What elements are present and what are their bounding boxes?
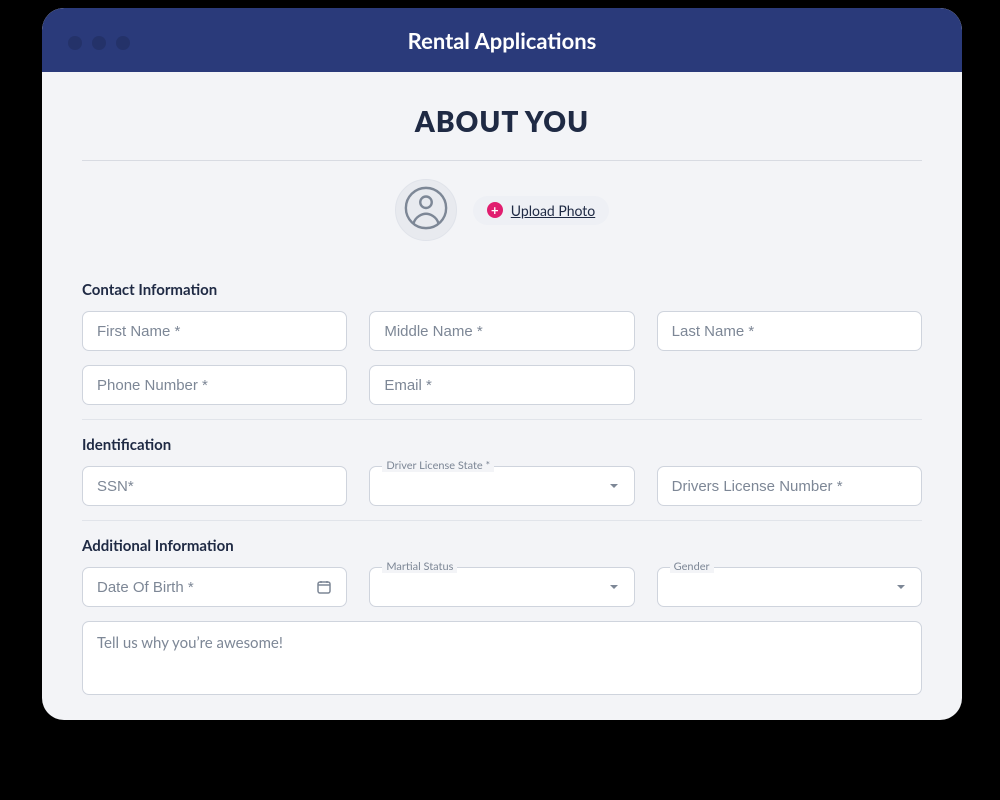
calendar-icon	[316, 579, 332, 595]
ssn-input[interactable]	[97, 478, 332, 495]
martial-status-input[interactable]	[384, 579, 607, 596]
ssn-field[interactable]	[82, 466, 347, 506]
email-field[interactable]	[369, 365, 634, 405]
content-area: ABOUT YOU + Upload Photo Contact Informa…	[42, 72, 962, 705]
about-you-input[interactable]	[97, 634, 907, 678]
martial-status-label: Martial Status	[382, 560, 457, 573]
app-window: Rental Applications ABOUT YOU + Upload P…	[42, 8, 962, 720]
gender-input[interactable]	[672, 579, 895, 596]
section-title-additional: Additional Information	[82, 537, 922, 555]
window-controls	[68, 36, 130, 50]
about-you-field[interactable]	[82, 621, 922, 695]
driver-license-state-label: Driver License State *	[382, 459, 494, 472]
first-name-input[interactable]	[97, 323, 332, 340]
email-input[interactable]	[384, 377, 619, 394]
window-title: Rental Applications	[42, 27, 962, 54]
avatar-placeholder	[395, 179, 457, 241]
dob-input[interactable]	[97, 579, 316, 596]
chevron-down-icon	[895, 581, 907, 593]
first-name-field[interactable]	[82, 311, 347, 351]
gender-label: Gender	[670, 560, 714, 573]
chevron-down-icon	[608, 480, 620, 492]
window-dot[interactable]	[68, 36, 82, 50]
middle-name-input[interactable]	[384, 323, 619, 340]
section-title-identification: Identification	[82, 436, 922, 454]
window-dot[interactable]	[92, 36, 106, 50]
upload-photo-button[interactable]: + Upload Photo	[473, 196, 609, 225]
dob-field[interactable]	[82, 567, 347, 607]
last-name-field[interactable]	[657, 311, 922, 351]
phone-field[interactable]	[82, 365, 347, 405]
phone-input[interactable]	[97, 377, 332, 394]
titlebar: Rental Applications	[42, 8, 962, 72]
driver-license-number-field[interactable]	[657, 466, 922, 506]
plus-icon: +	[487, 202, 503, 218]
photo-upload-row: + Upload Photo	[82, 161, 922, 265]
section-title-contact: Contact Information	[82, 281, 922, 299]
driver-license-state-input[interactable]	[384, 478, 607, 495]
gender-select[interactable]: Gender	[657, 567, 922, 607]
section-additional: Additional Information Martial Status	[82, 521, 922, 695]
driver-license-number-input[interactable]	[672, 478, 907, 495]
user-icon	[403, 185, 449, 235]
upload-photo-label: Upload Photo	[511, 202, 595, 219]
last-name-input[interactable]	[672, 323, 907, 340]
section-contact: Contact Information	[82, 265, 922, 405]
martial-status-select[interactable]: Martial Status	[369, 567, 634, 607]
page-title: ABOUT YOU	[82, 104, 922, 138]
section-identification: Identification Driver License State *	[82, 420, 922, 506]
chevron-down-icon	[608, 581, 620, 593]
driver-license-state-select[interactable]: Driver License State *	[369, 466, 634, 506]
window-dot[interactable]	[116, 36, 130, 50]
middle-name-field[interactable]	[369, 311, 634, 351]
